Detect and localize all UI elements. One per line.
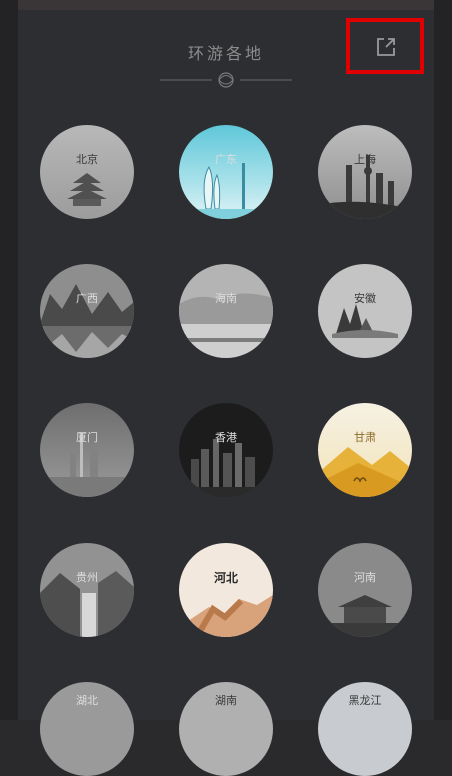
title-ornament-icon <box>160 72 292 88</box>
region-label: 香港 <box>215 431 237 444</box>
region-gansu[interactable]: 甘肃 <box>318 403 412 497</box>
region-label: 广东 <box>215 153 237 166</box>
region-label: 河南 <box>354 571 376 584</box>
region-anhui[interactable]: 安徽 <box>318 264 412 358</box>
hebei-great-wall-icon <box>179 543 273 637</box>
region-hubei[interactable]: 湖北 <box>40 682 134 776</box>
region-hainan[interactable]: 海南 <box>179 264 273 358</box>
region-label: 厦门 <box>76 431 98 444</box>
gansu-desert-icon <box>318 403 412 497</box>
region-shanghai[interactable]: 上海 <box>318 125 412 219</box>
shanghai-skyline-icon <box>318 125 412 219</box>
region-guangdong[interactable]: 广东 <box>179 125 273 219</box>
region-label: 广西 <box>76 292 98 305</box>
region-label: 湖南 <box>215 694 237 707</box>
share-button[interactable] <box>346 18 424 74</box>
xiamen-city-icon <box>40 403 134 497</box>
guangzhou-tower-icon <box>179 125 273 219</box>
henan-pagoda-icon <box>318 543 412 637</box>
guizhou-waterfall-icon <box>40 543 134 637</box>
region-heilongjiang[interactable]: 黑龙江 <box>318 682 412 776</box>
region-henan[interactable]: 河南 <box>318 543 412 637</box>
region-label: 安徽 <box>354 292 376 305</box>
region-guizhou[interactable]: 贵州 <box>40 543 134 637</box>
region-label: 海南 <box>215 292 237 305</box>
region-label: 上海 <box>354 153 376 166</box>
hainan-sea-icon <box>179 264 273 358</box>
region-hunan[interactable]: 湖南 <box>179 682 273 776</box>
region-label: 河北 <box>213 571 238 585</box>
region-label: 湖北 <box>76 694 98 707</box>
left-edge <box>0 0 18 720</box>
region-beijing[interactable]: 北京 <box>40 125 134 219</box>
beijing-temple-icon <box>40 125 134 219</box>
hongkong-night-skyline-icon <box>179 403 273 497</box>
anhui-mountain-icon <box>318 264 412 358</box>
share-export-icon <box>377 38 395 56</box>
region-guangxi[interactable]: 广西 <box>40 264 134 358</box>
region-label: 甘肃 <box>354 431 376 444</box>
right-edge <box>434 0 452 720</box>
top-strip <box>18 0 434 10</box>
region-label: 贵州 <box>76 571 98 584</box>
guangxi-karst-icon <box>40 264 134 358</box>
region-label: 北京 <box>76 153 98 166</box>
region-hongkong[interactable]: 香港 <box>179 403 273 497</box>
region-label: 黑龙江 <box>348 694 382 707</box>
region-xiamen[interactable]: 厦门 <box>40 403 134 497</box>
region-hebei[interactable]: 河北 <box>179 543 273 637</box>
